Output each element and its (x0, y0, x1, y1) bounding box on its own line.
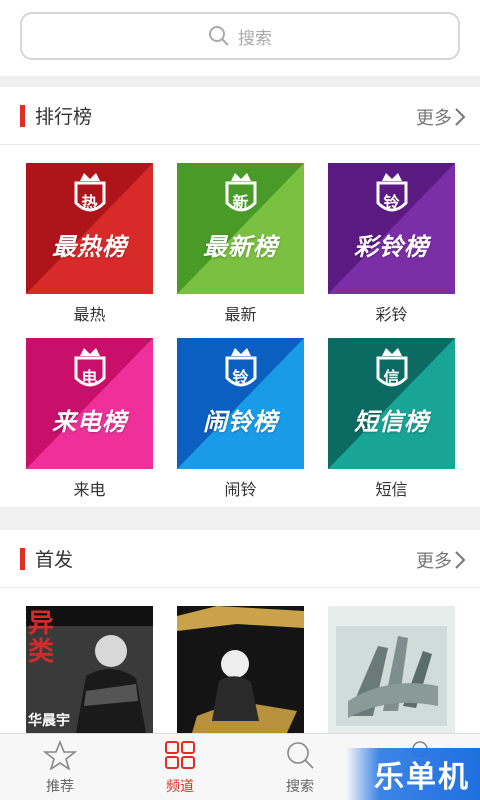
firsts-more-link[interactable]: 更多 (416, 547, 466, 573)
album-1-artist: 华晨宇 (28, 713, 70, 729)
chart-tile-2[interactable]: 新最新榜 (177, 163, 304, 294)
search-placeholder: 搜索 (238, 28, 272, 49)
section-marker (20, 547, 25, 570)
album-cover-1[interactable]: 异类 华晨宇 (26, 606, 153, 733)
charts-section: 排行榜 更多 热最热榜 最热新最新榜 最新铃彩铃榜 彩铃电来电榜 来电铃闹铃榜 闹铃信短信… (0, 87, 480, 507)
firsts-header: 首发 更多 (0, 530, 480, 588)
tab-channels-label: 频道 (166, 779, 194, 795)
chevron-right-icon (455, 551, 466, 569)
album-art-2 (177, 606, 304, 733)
firsts-section: 首发 更多 异类 华晨宇 (0, 530, 480, 733)
album-cover-3[interactable] (328, 606, 455, 733)
tile-name: 彩铃榜 (354, 233, 429, 261)
chart-tile-label-6: 短信 (375, 480, 408, 499)
watermark-logo: 乐单机 (346, 748, 480, 800)
tile-name: 最新榜 (203, 233, 278, 261)
chart-tile-4[interactable]: 电来电榜 (26, 338, 153, 469)
tile-badge-char: 电 (81, 368, 98, 387)
search-input[interactable]: 搜索 (20, 12, 460, 60)
star-icon (42, 739, 78, 771)
tab-search[interactable]: 搜索 (240, 740, 360, 796)
charts-header: 排行榜 更多 (0, 87, 480, 145)
tile-badge-char: 信 (383, 368, 400, 387)
section-marker (20, 104, 25, 127)
chart-tile-6[interactable]: 信短信榜 (328, 338, 455, 469)
tile-badge-char: 铃 (383, 193, 400, 212)
firsts-title: 首发 (35, 549, 74, 571)
charts-title: 排行榜 (35, 106, 93, 128)
charts-more-link[interactable]: 更多 (416, 104, 466, 130)
album-art-3 (328, 606, 455, 733)
firsts-more-label: 更多 (416, 551, 452, 572)
tile-name: 最热榜 (52, 233, 127, 261)
search-area: 搜索 (0, 0, 480, 76)
tab-channels[interactable]: 频道 (120, 740, 240, 796)
grid-icon (165, 741, 195, 769)
tile-name: 短信榜 (354, 408, 429, 436)
tile-badge-char: 铃 (232, 368, 249, 387)
chart-tile-label-4: 来电 (73, 480, 106, 499)
watermark-text: 乐单机 (374, 760, 470, 795)
tile-badge-char: 新 (232, 193, 249, 212)
search-icon (209, 26, 229, 46)
tab-search-label: 搜索 (286, 779, 314, 795)
chart-tile-1[interactable]: 热最热榜 (26, 163, 153, 294)
chart-tile-label-2: 最新 (224, 305, 257, 324)
tile-name: 来电榜 (52, 408, 127, 436)
chart-tile-label-5: 闹铃 (224, 480, 257, 499)
tile-badge-char: 热 (81, 193, 98, 212)
chevron-right-icon (455, 108, 466, 126)
tab-recommend-label: 推荐 (46, 779, 74, 795)
chart-tile-3[interactable]: 铃彩铃榜 (328, 163, 455, 294)
album-cover-2[interactable] (177, 606, 304, 733)
chart-tile-label-3: 彩铃 (375, 305, 408, 324)
search-icon (287, 742, 314, 769)
tile-name: 闹铃榜 (203, 408, 278, 436)
tab-recommend[interactable]: 推荐 (0, 739, 120, 796)
charts-more-label: 更多 (416, 108, 452, 129)
chart-tile-5[interactable]: 铃闹铃榜 (177, 338, 304, 469)
chart-tile-label-1: 最热 (73, 305, 106, 324)
album-1-title: 异类 (28, 609, 55, 667)
